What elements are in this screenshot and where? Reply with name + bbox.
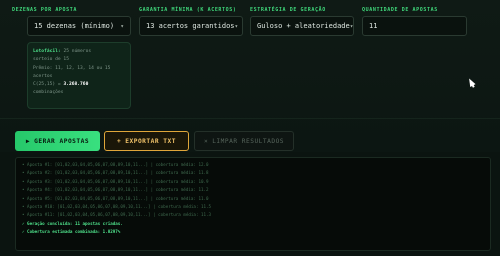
garantia-label: GARANTIA MÍNIMA (K ACERTOS) [139, 7, 237, 13]
quantidade-label: QUANTIDADE DE APOSTAS [362, 7, 438, 13]
log-done-line: ✓ Geração concluída: 11 apostas criadas. [22, 220, 123, 226]
estrategia-select[interactable]: Guloso + aleatoriedade ▾ [250, 16, 354, 36]
garantia-select-value: 13 acertos garantidos [146, 22, 235, 30]
exportar-txt-button[interactable]: + EXPORTAR TXT [104, 131, 189, 151]
close-icon: × [203, 137, 209, 145]
lottery-info-box: Lotofácil: 25 números sorteio de 15 Prêm… [27, 42, 131, 109]
log-line: • Aposta #5: [01,02,03,04,05,06,07,08,09… [22, 195, 209, 201]
info-line-4: acertos [33, 73, 53, 79]
log-line: • Aposta #11: [01,02,03,04,05,06,07,08,0… [22, 212, 212, 218]
chevron-down-icon: ▾ [120, 22, 124, 30]
dezenas-select[interactable]: 15 dezenas (mínimo) ▾ [27, 16, 131, 36]
log-line: • Aposta #1: [01,02,03,04,05,06,07,08,09… [22, 162, 209, 167]
limpar-resultados-label: LIMPAR RESULTADOS [212, 137, 285, 145]
log-line: • Aposta #3: [01,02,03,04,05,06,07,08,09… [22, 178, 209, 184]
log-line: • Aposta #10: [01,02,03,04,05,06,07,08,0… [22, 204, 212, 210]
dezenas-label: DEZENAS POR APOSTA [12, 7, 77, 13]
play-icon: ▶ [25, 137, 31, 145]
estrategia-select-value: Guloso + aleatoriedade [257, 22, 350, 30]
gerar-apostas-label: GERAR APOSTAS [34, 137, 90, 145]
plus-icon: + [117, 137, 122, 145]
limpar-resultados-button[interactable]: × LIMPAR RESULTADOS [194, 131, 294, 151]
log-line: • Aposta #4: [01,02,03,04,05,06,07,08,09… [22, 187, 209, 193]
exportar-txt-label: EXPORTAR TXT [125, 137, 176, 145]
output-log[interactable]: • Aposta #1: [01,02,03,04,05,06,07,08,09… [15, 157, 491, 251]
info-line-5: C(25,15) = 3.268.760 [33, 82, 89, 88]
chevron-down-icon: ▾ [234, 22, 239, 30]
log-coverage-line: ✓ Cobertura estimada combinada: 1.0297% [22, 229, 121, 235]
dezenas-select-value: 15 dezenas (mínimo) [34, 22, 115, 30]
garantia-select[interactable]: 13 acertos garantidos ▾ [139, 16, 243, 36]
gerar-apostas-button[interactable]: ▶ GERAR APOSTAS [15, 131, 100, 151]
quantidade-input[interactable]: 11 [362, 16, 467, 36]
section-divider [0, 118, 500, 119]
info-line-3: Prêmio: 11, 12, 13, 14 ou 15 [33, 65, 111, 71]
info-line-2: sorteio de 15 [33, 57, 69, 63]
info-line-1: Lotofácil: 25 números [33, 49, 92, 54]
log-line: • Aposta #2: [01,02,03,04,05,06,07,08,09… [22, 170, 209, 176]
info-line-6: combinações [33, 90, 64, 96]
chevron-down-icon: ▾ [349, 22, 354, 30]
estrategia-label: ESTRATÉGIA DE GERAÇÃO [250, 7, 326, 13]
config-panel: DEZENAS POR APOSTA GARANTIA MÍNIMA (K AC… [0, 0, 500, 152]
quantidade-input-value: 11 [369, 22, 378, 30]
